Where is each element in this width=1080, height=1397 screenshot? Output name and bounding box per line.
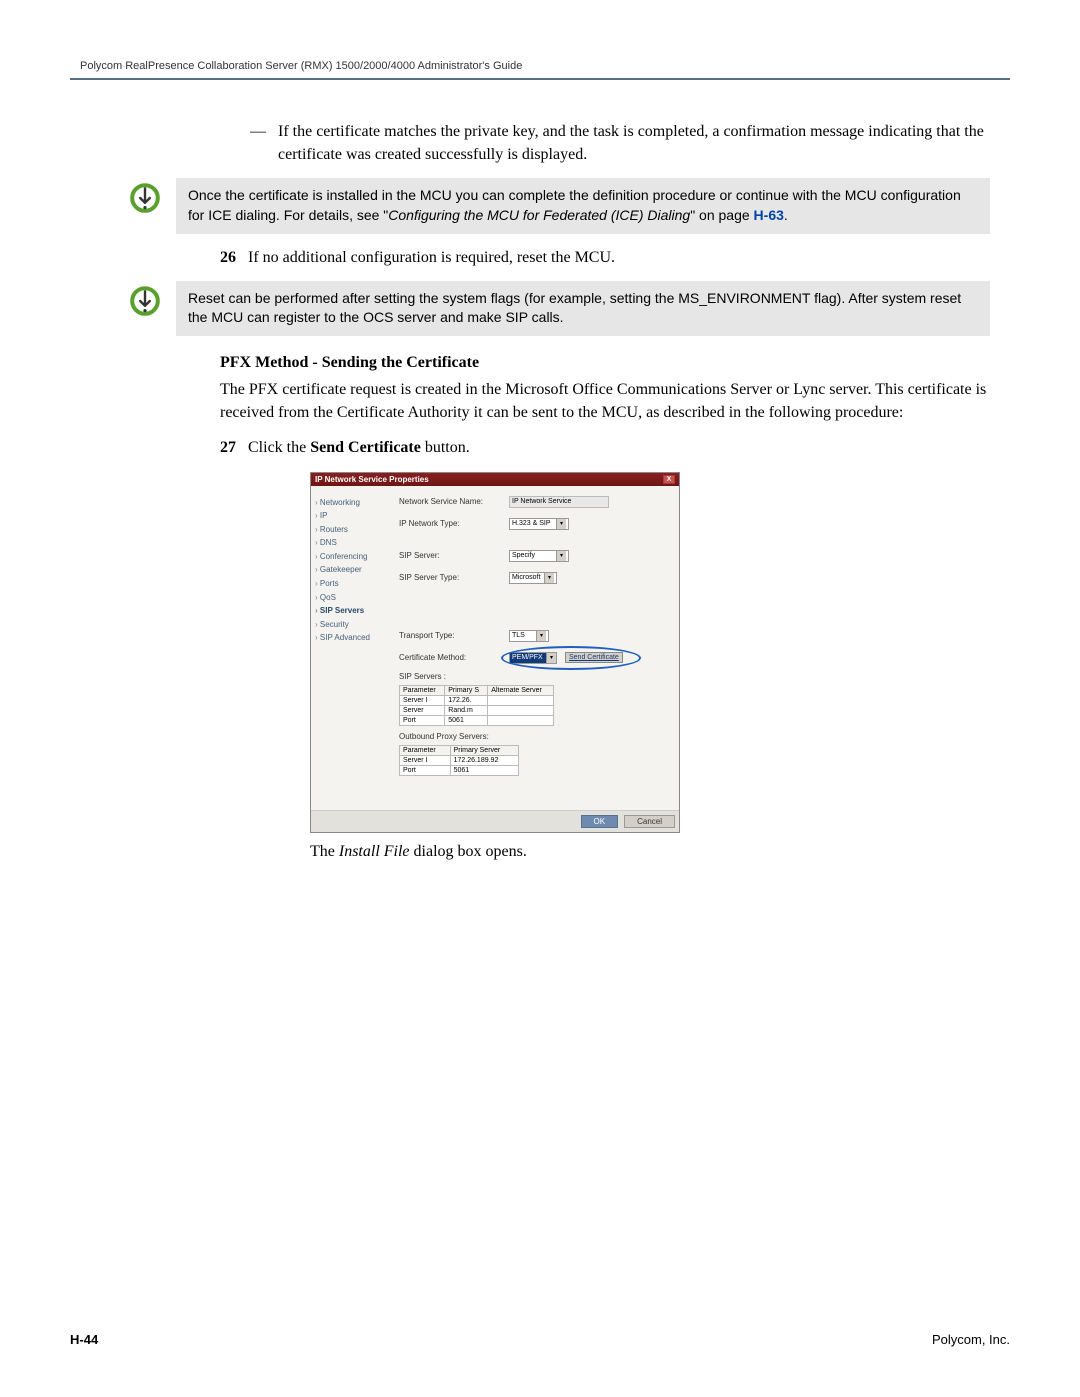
step-26: 26 If no additional configuration is req… (160, 246, 990, 269)
footer-org: Polycom, Inc. (932, 1332, 1010, 1347)
section-para: The PFX certificate request is created i… (220, 378, 990, 424)
outbound-table: Parameter Primary Server Server I172.26.… (399, 745, 519, 776)
label-sip-type: SIP Server Type: (399, 573, 509, 582)
chevron-down-icon: ▾ (556, 551, 566, 561)
note1-link[interactable]: H-63 (754, 207, 784, 223)
dash-text: If the certificate matches the private k… (278, 120, 990, 166)
dialog-window: IP Network Service Properties X Networki… (310, 472, 680, 833)
table-row: Port5061 (400, 715, 554, 725)
label-svc-name: Network Service Name: (399, 497, 509, 506)
label-transport: Transport Type: (399, 631, 509, 640)
note2-text: Reset can be performed after setting the… (176, 281, 990, 336)
section-title: PFX Method - Sending the Certificate (220, 354, 990, 372)
table-row: Server I172.26.189.92 (400, 755, 519, 765)
label-net-type: IP Network Type: (399, 519, 509, 528)
tree-item-selected[interactable]: SIP Servers (315, 604, 385, 618)
tree-item[interactable]: Security (315, 618, 385, 632)
note-icon (120, 178, 170, 214)
tree-item[interactable]: Ports (315, 577, 385, 591)
chevron-down-icon: ▾ (544, 573, 554, 583)
field-svc-name: IP Network Service (509, 496, 609, 508)
step27-b: Send Certificate (310, 439, 421, 456)
step-number: 27 (160, 436, 248, 459)
ok-button[interactable]: OK (581, 815, 619, 828)
tree-item[interactable]: QoS (315, 591, 385, 605)
tree-item[interactable]: Routers (315, 523, 385, 537)
result-line: The Install File dialog box opens. (310, 843, 990, 861)
chevron-down-icon: ▾ (546, 653, 556, 663)
table-row: Port5061 (400, 765, 519, 775)
doc-header: Polycom RealPresence Collaboration Serve… (70, 60, 1010, 72)
outbound-subhead: Outbound Proxy Servers: (399, 732, 669, 741)
sip-servers-table: Parameter Primary S Alternate Server Ser… (399, 685, 554, 726)
note1-suffix: " on page (690, 207, 753, 223)
step-number: 26 (160, 246, 248, 269)
step-27: 27 Click the Send Certificate button. (160, 436, 990, 459)
label-cert-method: Certificate Method: (399, 653, 509, 662)
window-title: IP Network Service Properties (315, 475, 429, 484)
dash-marker: — (250, 120, 278, 166)
note-block-2: Reset can be performed after setting the… (120, 281, 990, 336)
chevron-down-icon: ▾ (556, 519, 566, 529)
label-sip-server: SIP Server: (399, 551, 509, 560)
dropdown-sip-type[interactable]: Microsoft▾ (509, 572, 557, 584)
result-italic: Install File (339, 843, 410, 860)
dropdown-cert-method[interactable]: PEM/PFX▾ (509, 652, 557, 664)
tree-item[interactable]: DNS (315, 536, 385, 550)
tree-item[interactable]: Gatekeeper (315, 563, 385, 577)
cancel-button[interactable]: Cancel (624, 815, 675, 828)
form-panel: Network Service Name: IP Network Service… (389, 486, 679, 810)
tree-item[interactable]: IP (315, 509, 385, 523)
page-footer: H-44 Polycom, Inc. (70, 1332, 1010, 1347)
button-bar: OK Cancel (311, 810, 679, 832)
note1-end: . (784, 207, 788, 223)
nav-tree: Networking IP Routers DNS Conferencing G… (311, 486, 389, 810)
step-text: If no additional configuration is requir… (248, 246, 990, 269)
tree-item[interactable]: SIP Advanced (315, 631, 385, 645)
note-block-1: Once the certificate is installed in the… (120, 178, 990, 233)
chevron-down-icon: ▾ (536, 631, 546, 641)
table-row: ServerRand.m (400, 705, 554, 715)
dropdown-transport[interactable]: TLS▾ (509, 630, 549, 642)
close-icon[interactable]: X (663, 475, 675, 484)
note1-italic: Configuring the MCU for Federated (ICE) … (388, 207, 690, 223)
header-rule (70, 78, 1010, 80)
table-row: Server I172.26. (400, 695, 554, 705)
dropdown-net-type[interactable]: H.323 & SIP▾ (509, 518, 569, 530)
page-number: H-44 (70, 1332, 98, 1347)
title-bar: IP Network Service Properties X (311, 473, 679, 486)
note-icon (120, 281, 170, 317)
dash-item: — If the certificate matches the private… (160, 120, 990, 166)
send-certificate-button[interactable]: Send Certificate (565, 652, 623, 663)
step27-c: button. (421, 439, 470, 456)
tree-item[interactable]: Conferencing (315, 550, 385, 564)
step27-a: Click the (248, 439, 310, 456)
sip-servers-subhead: SIP Servers : (399, 672, 669, 681)
tree-item[interactable]: Networking (315, 496, 385, 510)
dropdown-sip-server[interactable]: Specify▾ (509, 550, 569, 562)
